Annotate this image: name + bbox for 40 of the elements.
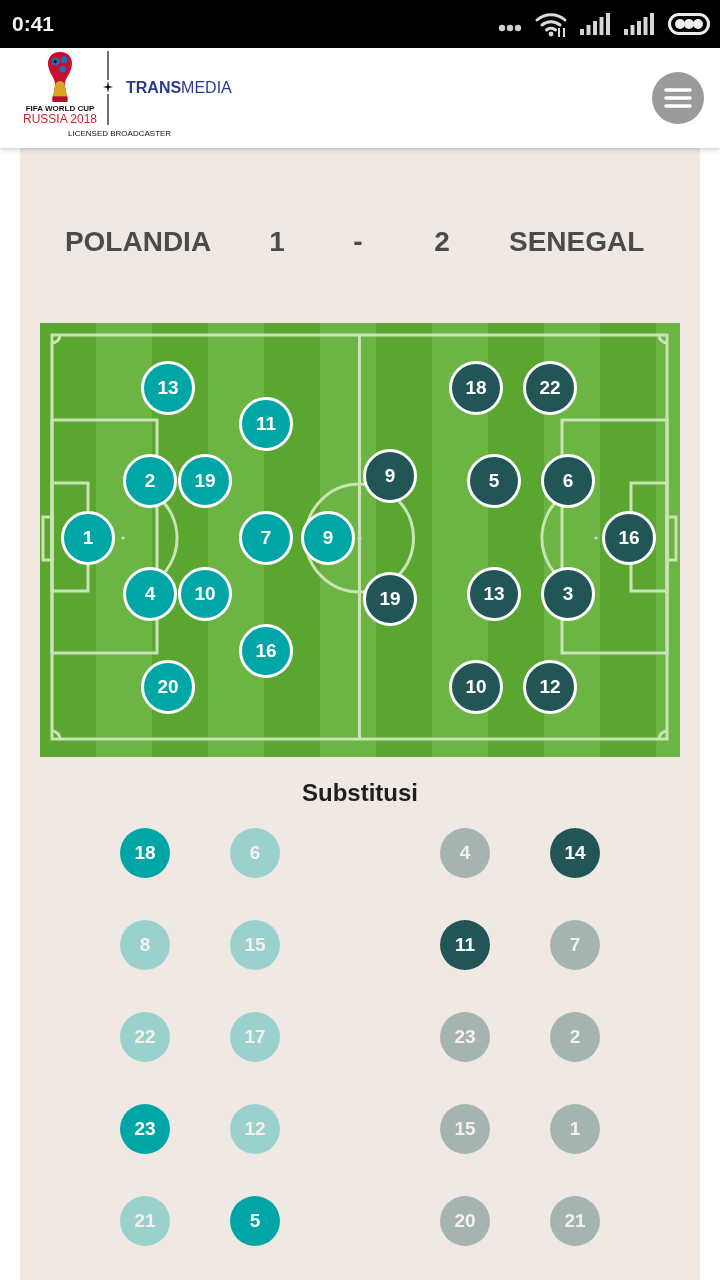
substitute-marker: 11	[440, 920, 490, 970]
section-title: Substitusi	[301, 778, 419, 808]
tournament-name: FIFA WORLD CUP	[25, 104, 95, 113]
substitute-marker: 5	[230, 1196, 280, 1246]
substitute-marker: 21	[550, 1196, 600, 1246]
team-score: 2	[434, 226, 450, 258]
substitute-marker: 23	[440, 1012, 490, 1062]
menu-icon	[664, 87, 692, 108]
substitute-marker: 2	[550, 1012, 600, 1062]
trophy-emblem-icon	[45, 51, 75, 103]
substitute-marker: 7	[550, 920, 600, 970]
substitute-marker: 4	[440, 828, 490, 878]
substitute-marker: 12	[230, 1104, 280, 1154]
substitute-marker: 22	[120, 1012, 170, 1062]
wifi-icon	[534, 11, 568, 37]
signal-icon	[624, 13, 656, 35]
signal-icon	[580, 13, 612, 35]
substitute-marker: 6	[230, 828, 280, 878]
team-score: 1	[269, 226, 285, 258]
score-separator: -	[353, 226, 363, 258]
battery-icon	[668, 13, 710, 35]
dots-icon	[498, 24, 522, 32]
broadcaster-caption: LICENSED BROADCASTER	[68, 129, 173, 138]
star-divider-icon	[103, 51, 113, 125]
substitute-marker: 8	[120, 920, 170, 970]
substitute-marker: 21	[120, 1196, 170, 1246]
substitute-marker: 14	[550, 828, 600, 878]
edition-name: RUSSIA 2018	[22, 113, 97, 126]
team-name: SENEGAL	[509, 226, 645, 258]
clock-time: 0:41	[12, 12, 55, 36]
substitute-marker: 1	[550, 1104, 600, 1154]
broadcaster-name: TRANSMEDIA	[126, 78, 232, 98]
menu-button[interactable]	[652, 71, 704, 124]
substitute-marker: 18	[120, 828, 170, 878]
substitute-marker: 15	[440, 1104, 490, 1154]
substitute-marker: 23	[120, 1104, 170, 1154]
substitute-marker: 20	[440, 1196, 490, 1246]
team-name: POLANDIA	[64, 226, 212, 258]
substitute-marker: 15	[230, 920, 280, 970]
substitute-marker: 17	[230, 1012, 280, 1062]
